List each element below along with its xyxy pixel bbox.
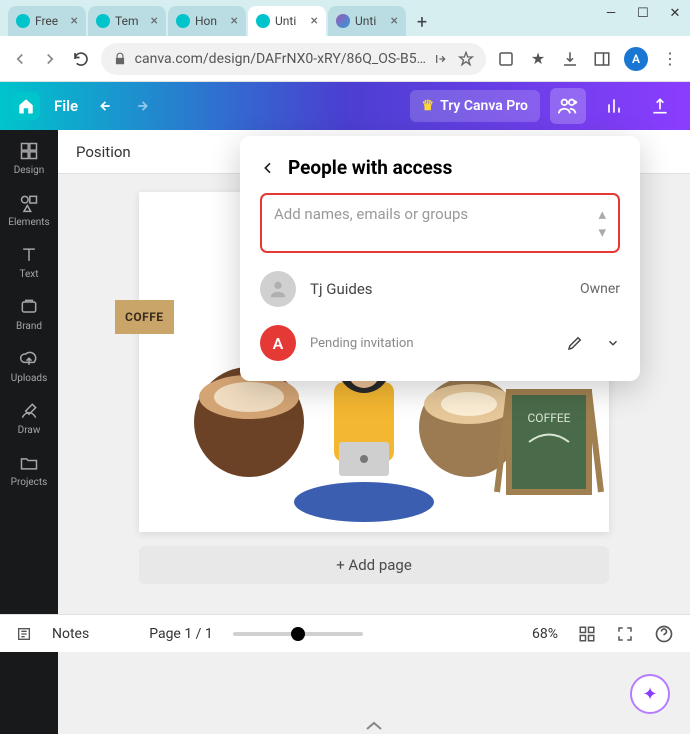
sidebar-text[interactable]: Text bbox=[18, 244, 40, 280]
close-tab-icon[interactable]: × bbox=[151, 13, 158, 29]
notes-button[interactable]: Notes bbox=[52, 626, 89, 642]
sidebar-label: Uploads bbox=[11, 373, 47, 384]
share-people-button[interactable] bbox=[550, 88, 586, 124]
person-name: Tj Guides bbox=[310, 280, 566, 298]
zoom-percent[interactable]: 68% bbox=[532, 626, 558, 642]
undo-button[interactable] bbox=[98, 96, 118, 116]
insights-button[interactable] bbox=[596, 88, 632, 124]
avatar: A bbox=[260, 325, 296, 361]
tab-title: Unti bbox=[275, 14, 306, 28]
pending-label: Pending invitation bbox=[310, 336, 552, 351]
page-indicator[interactable]: Page 1 / 1 bbox=[149, 626, 213, 642]
grid-view-icon[interactable] bbox=[578, 625, 596, 643]
close-tab-icon[interactable]: × bbox=[391, 13, 398, 29]
help-icon[interactable] bbox=[654, 624, 674, 644]
sidebar-elements[interactable]: Elements bbox=[8, 192, 49, 228]
add-people-input[interactable]: Add names, emails or groups ▴▾ bbox=[260, 193, 620, 253]
forward-button[interactable] bbox=[40, 48, 60, 70]
browser-tab[interactable]: Tem × bbox=[88, 6, 166, 36]
menu-kebab-icon[interactable]: ⋮ bbox=[660, 49, 680, 69]
zoom-slider[interactable] bbox=[233, 632, 363, 636]
extensions-cube-icon[interactable] bbox=[496, 49, 516, 69]
sidebar-label: Elements bbox=[8, 217, 49, 228]
star-icon[interactable] bbox=[458, 51, 474, 67]
close-tab-icon[interactable]: × bbox=[311, 13, 318, 29]
browser-tab[interactable]: Unti × bbox=[328, 6, 406, 36]
tab-title: Hon bbox=[195, 14, 226, 28]
upload-share-button[interactable] bbox=[642, 88, 678, 124]
share-popover: People with access Add names, emails or … bbox=[240, 136, 640, 381]
lock-icon bbox=[113, 52, 127, 66]
canva-favicon bbox=[256, 14, 270, 28]
browser-tab-active[interactable]: Unti × bbox=[248, 6, 326, 36]
person-role: Owner bbox=[580, 281, 620, 297]
chevron-down-icon[interactable] bbox=[606, 336, 620, 350]
svg-text:COFFEE: COFFEE bbox=[528, 411, 571, 425]
canva-favicon bbox=[96, 14, 110, 28]
sidebar-label: Draw bbox=[18, 425, 41, 436]
favicon bbox=[336, 14, 350, 28]
tab-title: Unti bbox=[355, 14, 386, 28]
canva-favicon bbox=[16, 14, 30, 28]
canva-favicon bbox=[176, 14, 190, 28]
browser-tab[interactable]: Hon × bbox=[168, 6, 246, 36]
close-tab-icon[interactable]: × bbox=[71, 13, 78, 29]
sidebar-label: Brand bbox=[16, 321, 42, 332]
close-tab-icon[interactable]: × bbox=[231, 13, 238, 29]
minimize-icon[interactable]: — bbox=[604, 6, 618, 20]
url-text: canva.com/design/DAFrNX0-xRY/86Q_OS-B5… bbox=[135, 51, 426, 67]
sidebar-uploads[interactable]: Uploads bbox=[11, 348, 47, 384]
sidebar-draw[interactable]: Draw bbox=[18, 400, 41, 436]
browser-tab[interactable]: Free × bbox=[8, 6, 86, 36]
sidebar-label: Text bbox=[19, 269, 38, 280]
try-pro-label: Try Canva Pro bbox=[440, 98, 528, 114]
position-button[interactable]: Position bbox=[76, 143, 131, 161]
profile-avatar[interactable]: A bbox=[624, 47, 648, 71]
input-placeholder: Add names, emails or groups bbox=[274, 205, 598, 241]
tab-title: Free bbox=[35, 14, 66, 28]
maximize-icon[interactable]: ☐ bbox=[636, 6, 650, 20]
expand-handle-icon[interactable] bbox=[365, 721, 383, 731]
close-icon[interactable]: ✕ bbox=[668, 6, 682, 20]
try-canva-pro-button[interactable]: ♛ Try Canva Pro bbox=[410, 90, 540, 122]
new-tab-button[interactable]: + bbox=[408, 8, 436, 36]
fullscreen-icon[interactable] bbox=[616, 625, 634, 643]
magic-button[interactable]: ✦ bbox=[630, 674, 670, 714]
avatar bbox=[260, 271, 296, 307]
tab-title: Tem bbox=[115, 14, 146, 28]
edit-icon[interactable] bbox=[566, 334, 584, 352]
sidebar-label: Design bbox=[14, 165, 45, 176]
person-row: Tj Guides Owner bbox=[260, 271, 620, 307]
reload-button[interactable] bbox=[70, 48, 90, 70]
popover-title: People with access bbox=[288, 156, 452, 179]
file-menu[interactable]: File bbox=[54, 97, 78, 115]
sidebar-brand[interactable]: Brand bbox=[16, 296, 42, 332]
person-row: A Pending invitation bbox=[260, 325, 620, 361]
redo-button[interactable] bbox=[130, 96, 150, 116]
sidebar-projects[interactable]: Projects bbox=[11, 452, 48, 488]
home-button[interactable] bbox=[12, 92, 40, 120]
crown-icon: ♛ bbox=[422, 98, 435, 114]
download-icon[interactable] bbox=[560, 49, 580, 69]
puzzle-icon[interactable]: ★ bbox=[528, 49, 548, 69]
sidebar-design[interactable]: Design bbox=[14, 140, 45, 176]
notes-icon bbox=[16, 626, 32, 642]
sidebar-label: Projects bbox=[11, 477, 48, 488]
address-bar[interactable]: canva.com/design/DAFrNX0-xRY/86Q_OS-B5… bbox=[101, 43, 486, 75]
add-page-button[interactable]: + Add page bbox=[139, 546, 609, 584]
panel-icon[interactable] bbox=[592, 49, 612, 69]
back-button[interactable] bbox=[10, 48, 30, 70]
back-icon[interactable] bbox=[260, 160, 276, 176]
share-url-icon[interactable] bbox=[434, 51, 450, 67]
